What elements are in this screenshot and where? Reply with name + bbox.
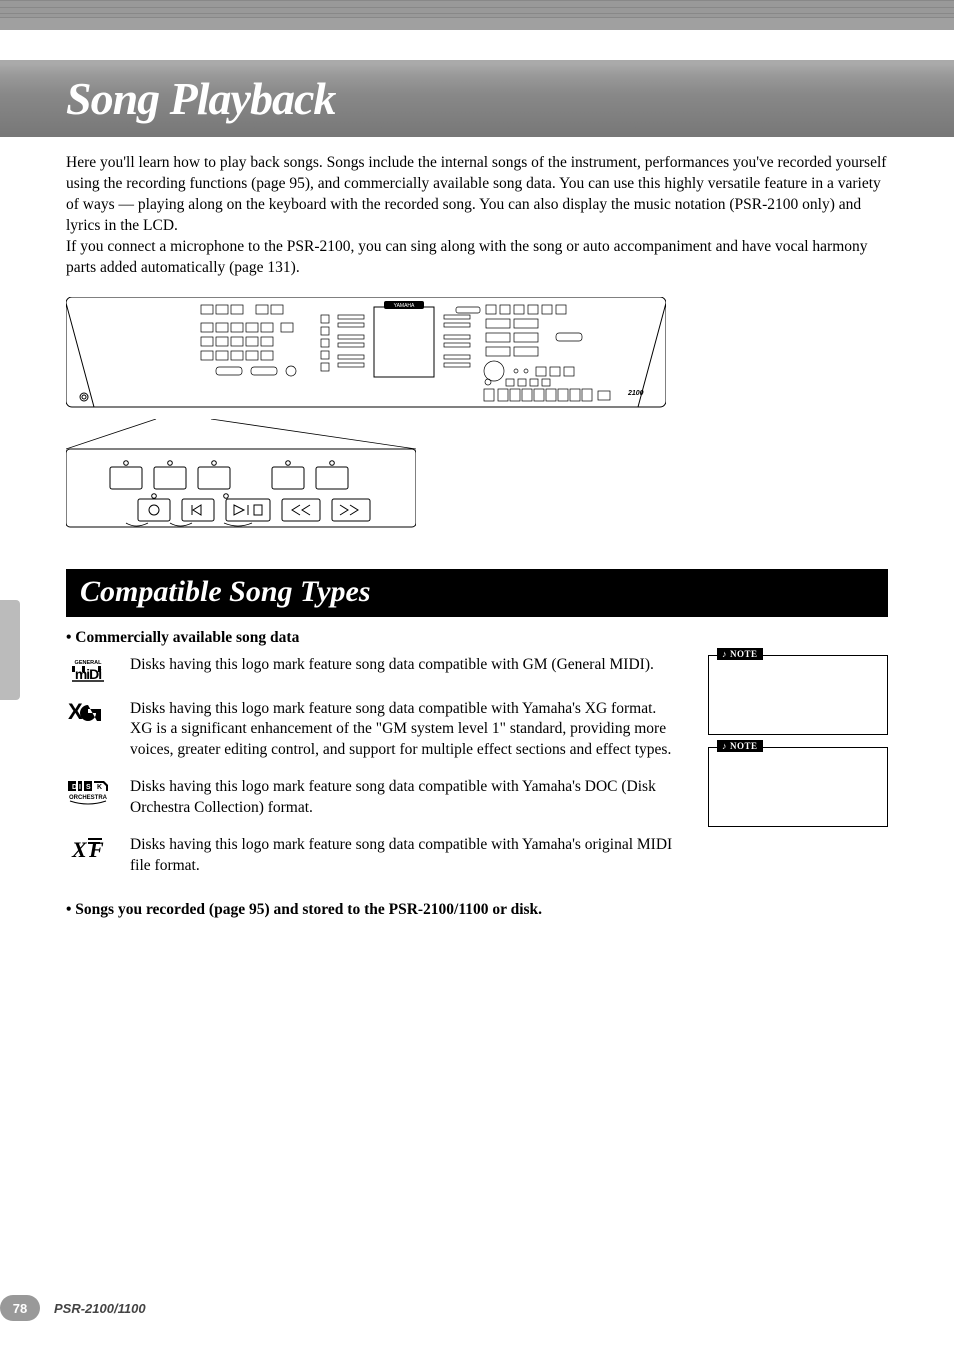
note-label: NOTE [717,740,763,752]
svg-text:ORCHESTRA: ORCHESTRA [69,795,108,801]
logo-row-doc: D I S K ORCHESTRA Disks having this logo… [66,777,676,819]
page-title-bar: Song Playback [0,60,954,137]
bullet-commercial: • Commercially available song data [66,629,888,647]
svg-text:I: I [79,784,81,791]
xf-logo-icon: X F [66,837,110,861]
note-box-2: NOTE [708,747,888,827]
note-label: NOTE [717,648,763,660]
general-midi-logo-icon: GENERAL miDi [66,657,110,683]
xg-description: Disks having this logo mark feature song… [130,699,676,762]
svg-text:F: F [88,837,104,861]
page-title: Song Playback [66,72,954,125]
bullet-recorded: • Songs you recorded (page 95) and store… [66,901,888,919]
doc-description: Disks having this logo mark feature song… [130,777,676,819]
section-title: Compatible Song Types [80,575,874,609]
svg-text:S: S [86,784,91,791]
intro-paragraph: Here you'll learn how to play back songs… [66,153,888,279]
model-label: PSR-2100/1100 [54,1301,146,1316]
logo-row-xf: X F Disks having this logo mark feature … [66,835,676,877]
xg-logo-icon: X [66,701,110,723]
logo-row-gm: GENERAL miDi Disks having this logo mark… [66,655,676,683]
disk-orchestra-logo-icon: D I S K ORCHESTRA [66,779,110,805]
svg-text:X: X [71,837,88,861]
keyboard-diagram: YAMAHA [66,297,888,529]
svg-text:K: K [97,784,102,791]
svg-text:YAMAHA: YAMAHA [394,303,415,309]
xf-description: Disks having this logo mark feature song… [130,835,676,877]
svg-text:D: D [72,784,77,791]
side-tab [0,600,20,700]
svg-text:2100: 2100 [627,390,644,397]
page-footer: 78 PSR-2100/1100 [0,1295,146,1321]
logo-row-xg: X Disks having this logo mark feature so… [66,699,676,762]
page-number: 78 [0,1295,40,1321]
gm-description: Disks having this logo mark feature song… [130,655,654,676]
section-title-bar: Compatible Song Types [66,569,888,617]
note-box-1: NOTE [708,655,888,735]
svg-text:miDi: miDi [75,666,101,682]
header-stripes [0,0,954,30]
